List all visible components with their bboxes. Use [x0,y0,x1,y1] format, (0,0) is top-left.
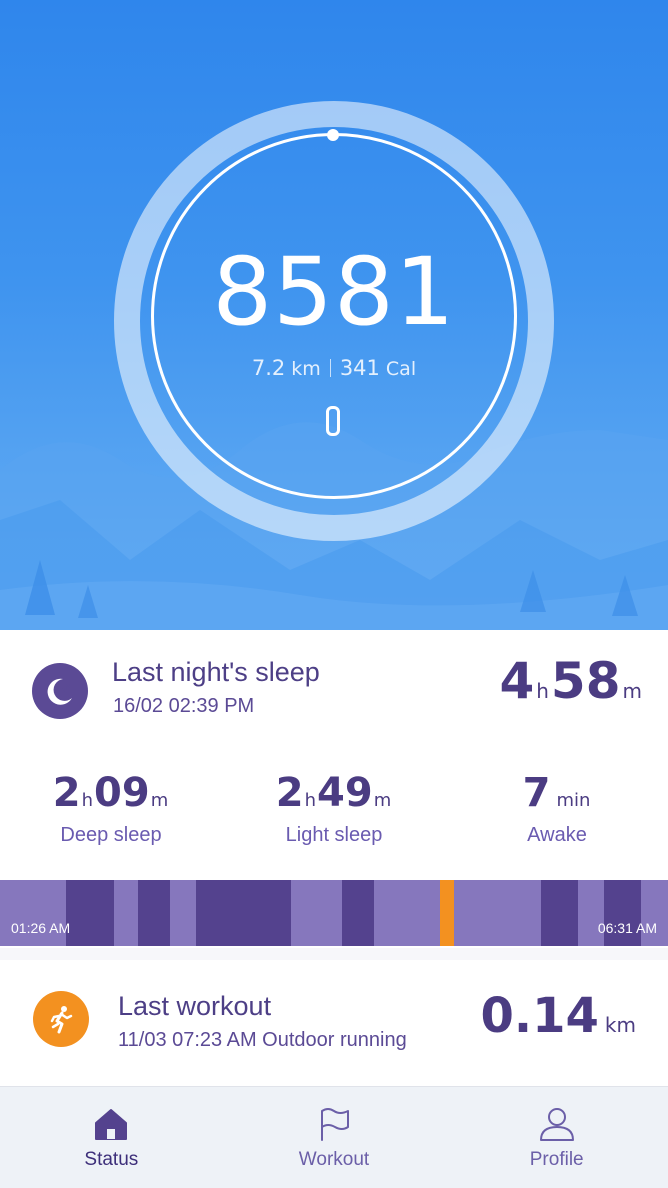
distance-value: 7.2 [251,356,286,380]
nav-profile[interactable]: Profile [445,1087,668,1188]
nav-status-label: Status [84,1149,139,1170]
deep-sleep-segment [66,880,114,946]
moon-icon: z z [32,663,88,719]
sleep-title: Last night's sleep [112,657,320,687]
workout-distance: 0.14 km [480,988,638,1044]
deep-sleep-label: Deep sleep [60,824,162,846]
sleep-end-time: 06:31 AM [597,920,657,936]
awake-stat: 7 min Awake [446,770,668,847]
app-screen: 8581 7.2 km 341 Cal z z Last night's sleep … [0,0,668,1188]
light-sleep-value: 2h49m [275,770,392,816]
home-icon [95,1109,128,1140]
nav-workout-label: Workout [298,1149,370,1170]
workout-details: 11/03 07:23 AM Outdoor running [118,1029,407,1051]
divider [329,359,331,377]
awake-label: Awake [527,824,587,846]
nav-status[interactable]: Status [0,1087,223,1188]
deep-sleep-segment [196,880,291,946]
deep-sleep-value: 2h09m [52,770,169,816]
deep-sleep-segment [604,880,641,946]
activity-hero[interactable]: 8581 7.2 km 341 Cal [0,0,668,630]
sleep-total-duration: 4 h58 m [499,652,644,710]
total-minutes: 58 [550,652,621,710]
workout-distance-value: 0.14 [480,988,599,1044]
total-minutes-unit: m [622,679,642,703]
nav-profile-label: Profile [529,1149,584,1170]
workout-card[interactable]: Last workout 11/03 07:23 AM Outdoor runn… [0,960,668,1086]
sleep-timestamp: 16/02 02:39 PM [113,695,255,717]
flag-icon [321,1108,349,1141]
deep-sleep-segment [342,880,374,946]
running-icon [33,991,89,1047]
bottom-nav: Status Workout Profile [0,1086,668,1188]
svg-text:z: z [66,682,70,690]
total-hours: 4 [499,652,535,710]
nav-workout[interactable]: Workout [223,1087,446,1188]
calories-unit: Cal [385,358,417,380]
sleep-stages-bar[interactable]: 01:26 AM 06:31 AM [0,880,668,946]
sleep-start-time: 01:26 AM [11,920,71,936]
distance-calories-summary: 7.2 km 341 Cal [0,356,668,380]
deep-sleep-segment [541,880,578,946]
distance-unit: km [291,358,321,380]
workout-distance-unit: km [604,1013,636,1037]
deep-sleep-stat: 2h09m Deep sleep [0,770,222,847]
progress-indicator-dot [327,129,339,141]
sleep-card[interactable]: z z Last night's sleep 16/02 02:39 PM 4h… [0,630,668,948]
band-icon [326,406,340,436]
total-hours-unit: h [536,679,549,703]
workout-title: Last workout [118,991,272,1021]
light-sleep-label: Light sleep [285,824,383,846]
calories-value: 341 [339,356,380,380]
deep-sleep-segment [138,880,170,946]
awake-segment [440,880,454,946]
light-sleep-stat: 2h49m Light sleep [223,770,445,847]
awake-value: 7 min [522,770,591,816]
person-icon [539,1108,574,1141]
step-count: 8581 [212,238,456,347]
